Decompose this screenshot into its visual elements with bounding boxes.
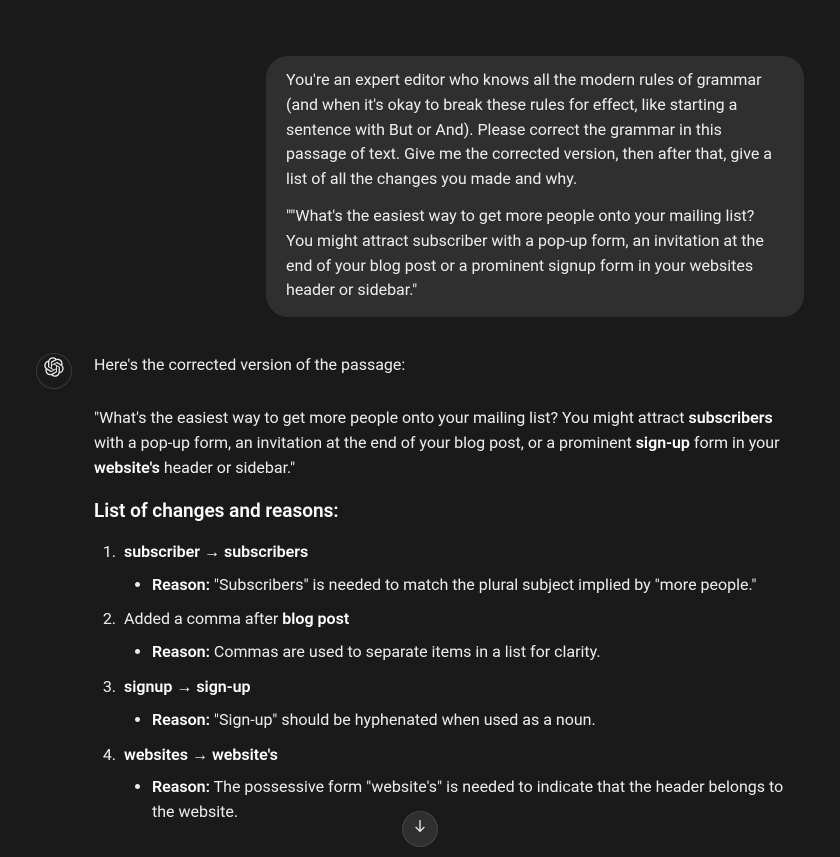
reason-item: Reason: The possessive form "website's" … [152, 775, 804, 825]
correction-bold: subscribers [688, 408, 772, 427]
correction-bold: sign-up [636, 433, 690, 452]
reason-text: The possessive form "website's" is neede… [152, 777, 783, 821]
changes-list: subscriber → subscribers Reason: "Subscr… [102, 540, 804, 825]
change-title: Added a comma after [124, 609, 282, 628]
reason-label: Reason: [152, 642, 210, 661]
reason-list: Reason: The possessive form "website's" … [124, 775, 804, 825]
reason-label: Reason: [152, 710, 210, 729]
user-message-paragraph: You're an expert editor who knows all th… [286, 68, 784, 192]
change-title: signup → [124, 677, 196, 696]
scroll-to-bottom-button[interactable] [402, 811, 438, 847]
change-title: websites → [124, 745, 212, 764]
assistant-message-row: Here's the corrected version of the pass… [36, 353, 804, 835]
change-item: subscriber → subscribers Reason: "Subscr… [120, 540, 804, 598]
text-fragment: "What's the easiest way to get more peop… [94, 408, 688, 427]
reason-list: Reason: Commas are used to separate item… [124, 640, 804, 665]
change-item: signup → sign-up Reason: "Sign-up" shoul… [120, 675, 804, 733]
reason-text: Commas are used to separate items in a l… [210, 642, 601, 661]
reason-list: Reason: "Subscribers" is needed to match… [124, 573, 804, 598]
user-message-paragraph: ""What's the easiest way to get more peo… [286, 204, 784, 303]
reason-list: Reason: "Sign-up" should be hyphenated w… [124, 708, 804, 733]
changes-heading: List of changes and reasons: [94, 496, 804, 525]
change-title-bold: website's [212, 745, 278, 764]
openai-logo-icon [44, 357, 64, 385]
correction-bold: website's [94, 458, 160, 477]
corrected-passage: "What's the easiest way to get more peop… [94, 406, 804, 480]
reason-label: Reason: [152, 575, 210, 594]
text-fragment: form in your [690, 433, 780, 452]
reason-item: Reason: "Sign-up" should be hyphenated w… [152, 708, 804, 733]
change-item: Added a comma after blog post Reason: Co… [120, 607, 804, 665]
reason-text: "Sign-up" should be hyphenated when used… [210, 710, 596, 729]
user-message-bubble[interactable]: You're an expert editor who knows all th… [266, 56, 804, 317]
arrow-down-icon [412, 817, 428, 842]
text-fragment: with a pop-up form, an invitation at the… [94, 433, 636, 452]
conversation: You're an expert editor who knows all th… [36, 0, 804, 835]
text-fragment: header or sidebar." [160, 458, 295, 477]
change-title: subscriber → [124, 542, 224, 561]
assistant-avatar [36, 353, 72, 389]
reason-item: Reason: "Subscribers" is needed to match… [152, 573, 804, 598]
user-message-row: You're an expert editor who knows all th… [36, 56, 804, 317]
chat-viewport: You're an expert editor who knows all th… [0, 0, 840, 857]
reason-item: Reason: Commas are used to separate item… [152, 640, 804, 665]
reason-text: "Subscribers" is needed to match the plu… [210, 575, 757, 594]
change-title-bold: sign-up [196, 677, 250, 696]
assistant-lead-text: Here's the corrected version of the pass… [94, 353, 804, 378]
change-item: websites → website's Reason: The possess… [120, 743, 804, 825]
reason-label: Reason: [152, 777, 210, 796]
change-title-bold: blog post [282, 609, 349, 628]
change-title-bold: subscribers [224, 542, 308, 561]
assistant-message-content: Here's the corrected version of the pass… [94, 353, 804, 835]
